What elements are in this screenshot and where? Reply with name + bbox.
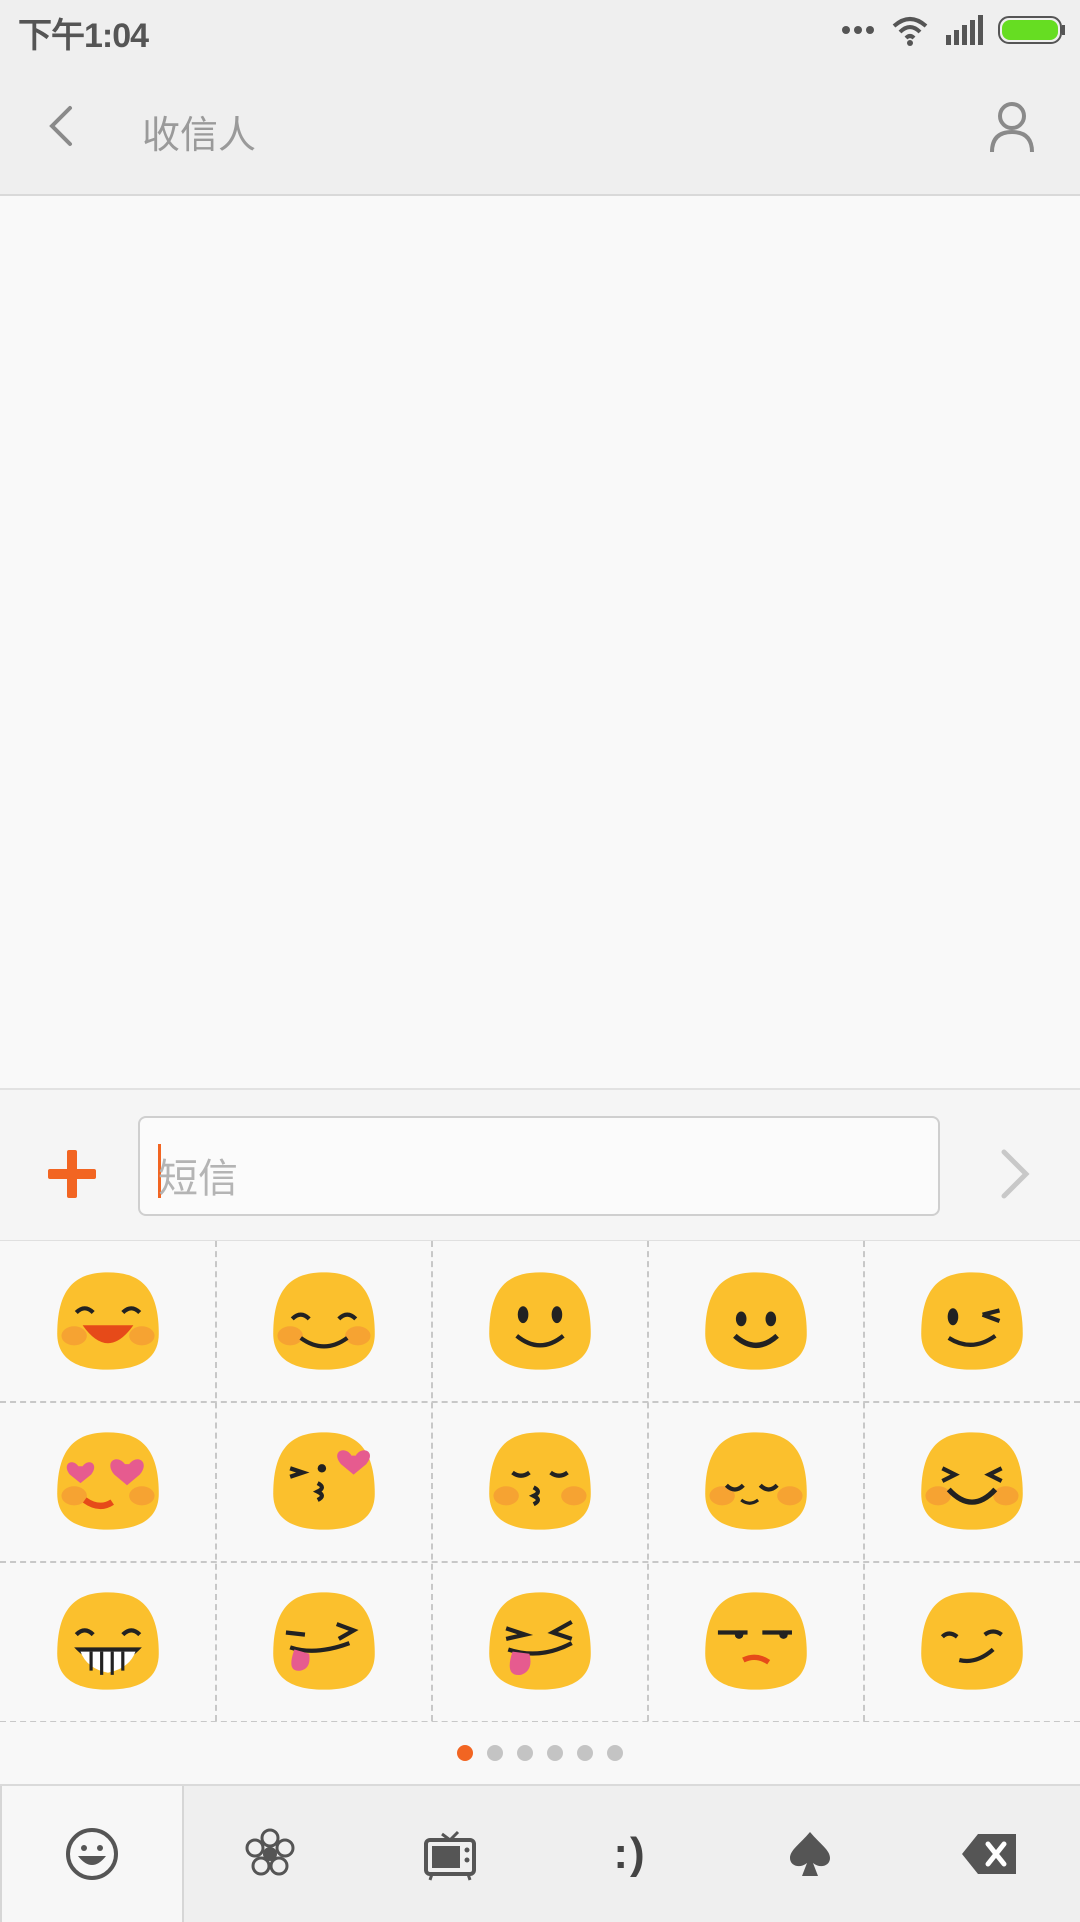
winking-face-tongue-icon	[272, 1592, 375, 1690]
category-emoticons[interactable]: :)	[540, 1786, 720, 1922]
title-bar: 收信人	[0, 60, 1080, 196]
emoji-slightly-smiling-face[interactable]	[432, 1241, 647, 1401]
emoji-smiling-face-smiling-eyes[interactable]	[216, 1241, 431, 1401]
emoji-kissing-face-closed-eyes[interactable]	[432, 1401, 647, 1561]
signal-icon	[946, 15, 983, 45]
status-icons	[840, 12, 1066, 48]
relieved-face-icon	[704, 1432, 807, 1530]
smiling-face-smiling-eyes-icon	[272, 1272, 375, 1370]
emoji-winking-face-tongue[interactable]	[216, 1561, 431, 1721]
chevron-left-icon	[49, 106, 72, 146]
message-input[interactable]: 短信	[138, 1116, 940, 1216]
page-dot[interactable]	[457, 1745, 473, 1761]
face-blowing-kiss-icon	[272, 1432, 375, 1530]
contacts-button[interactable]	[980, 96, 1044, 160]
flower-icon	[245, 1828, 295, 1876]
emoji-heart-eyes-face[interactable]	[0, 1401, 215, 1561]
unamused-face-icon	[704, 1592, 807, 1690]
emoji-relieved-face[interactable]	[648, 1401, 863, 1561]
smiling-face-open-mouth-icon	[56, 1272, 159, 1370]
emoji-grinning-face-big-teeth[interactable]	[0, 1561, 215, 1721]
plus-icon	[48, 1150, 96, 1198]
tv-icon	[424, 1830, 476, 1881]
emoji-smiling-face-open-mouth[interactable]	[0, 1241, 215, 1401]
heart-eyes-face-icon	[56, 1432, 159, 1530]
status-time: 下午1:04	[18, 17, 149, 55]
category-nature[interactable]	[180, 1786, 360, 1922]
battery-icon	[998, 16, 1065, 44]
message-area	[0, 196, 1080, 1088]
squinting-smile-face-icon	[920, 1432, 1023, 1530]
composer: 短信	[0, 1088, 1080, 1242]
back-button[interactable]	[36, 96, 96, 156]
emoji-grid	[0, 1240, 1080, 1723]
squinting-face-tongue-icon	[488, 1592, 591, 1690]
slightly-smiling-face-icon	[488, 1272, 591, 1370]
emoji-smiling-face[interactable]	[648, 1241, 863, 1401]
chevron-right-icon	[1001, 1149, 1030, 1199]
winking-face-icon	[920, 1272, 1023, 1370]
message-placeholder: 短信	[158, 1157, 238, 1201]
emoji-squinting-face-tongue[interactable]	[432, 1561, 647, 1721]
text-smiley-icon: :)	[613, 1829, 647, 1878]
page-dot[interactable]	[577, 1745, 593, 1761]
backspace-button[interactable]	[900, 1786, 1080, 1922]
emoji-unamused-face[interactable]	[648, 1561, 863, 1721]
add-attachment-button[interactable]	[40, 1142, 104, 1206]
page-dot[interactable]	[487, 1745, 503, 1761]
category-objects[interactable]	[360, 1786, 540, 1922]
emoji-page-indicator	[0, 1722, 1080, 1784]
category-smileys[interactable]	[0, 1786, 184, 1922]
page-dot[interactable]	[517, 1745, 533, 1761]
grinning-face-big-teeth-icon	[56, 1592, 159, 1690]
category-symbols[interactable]	[720, 1786, 900, 1922]
smirking-face-icon	[920, 1592, 1023, 1690]
emoji-face-blowing-kiss[interactable]	[216, 1401, 431, 1561]
page-dot[interactable]	[607, 1745, 623, 1761]
smiling-face-icon	[704, 1272, 807, 1370]
person-icon	[990, 102, 1034, 153]
emoji-category-bar: :)	[0, 1784, 1080, 1922]
emoji-smirking-face[interactable]	[864, 1561, 1079, 1721]
spade-icon	[790, 1832, 830, 1876]
emoji-winking-face[interactable]	[864, 1241, 1079, 1401]
emoji-squinting-smile-face[interactable]	[864, 1401, 1079, 1561]
recipient-label[interactable]: 收信人	[142, 104, 256, 159]
send-button[interactable]	[990, 1144, 1040, 1204]
more-dots-icon	[842, 26, 874, 34]
smiley-icon	[66, 1828, 118, 1880]
wifi-icon	[892, 17, 928, 46]
backspace-icon	[962, 1834, 1016, 1874]
kissing-face-closed-eyes-icon	[488, 1432, 591, 1530]
status-bar: 下午1:04	[0, 0, 1080, 60]
page-dot[interactable]	[547, 1745, 563, 1761]
